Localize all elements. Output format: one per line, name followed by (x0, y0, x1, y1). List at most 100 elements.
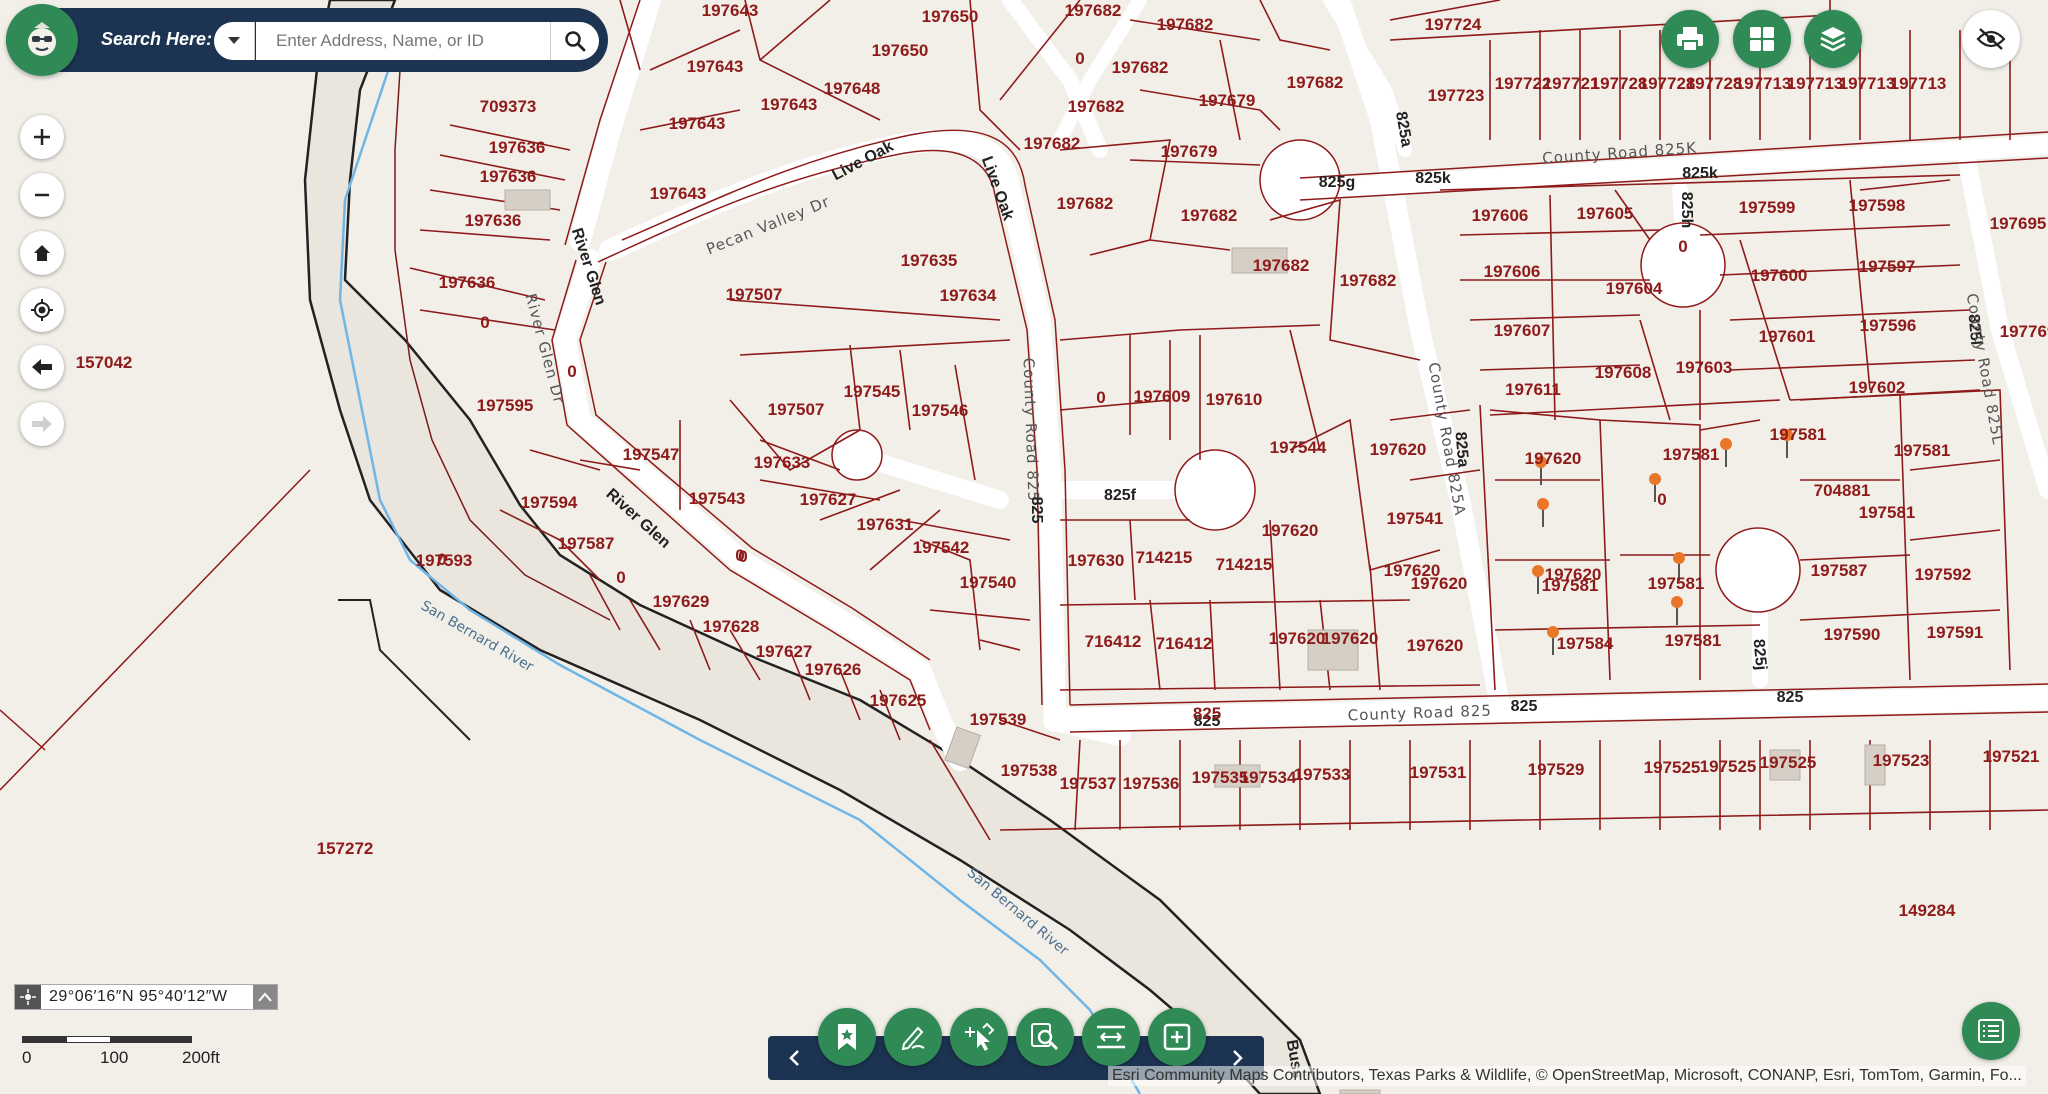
search-button[interactable] (550, 22, 599, 60)
layers-button[interactable] (1804, 10, 1862, 68)
grid-icon (1750, 27, 1774, 51)
identify-icon (965, 1022, 995, 1051)
chevron-up-icon[interactable] (253, 985, 277, 1009)
parcel-label: 197682 (1253, 256, 1310, 275)
map-canvas[interactable]: Pecan Valley DrLive Oak Live OakRiver Gle… (0, 0, 2048, 1094)
parcel-label: 197544 (1270, 438, 1327, 457)
road-label: 825 (1777, 689, 1804, 706)
draw-button[interactable] (884, 1008, 942, 1066)
search-type-dropdown[interactable] (214, 22, 255, 60)
parcel-label: 197587 (558, 534, 615, 553)
parcel-label: 197682 (1057, 194, 1114, 213)
parcel-label: 197606 (1472, 206, 1529, 225)
parcel-label: 197581 (1542, 576, 1599, 595)
parcel-label: 197713 (1890, 74, 1947, 93)
parcel-label: 197523 (1873, 751, 1930, 770)
parcel-label: 197610 (1206, 390, 1263, 409)
parcel-label: 197537 (1060, 774, 1117, 793)
parcel-label: 197607 (1494, 321, 1551, 340)
parcel-label: 0 (480, 313, 489, 332)
parcel-label: 197620 (1322, 629, 1379, 648)
parcel-label: 197636 (439, 273, 496, 292)
measure-button[interactable] (1082, 1008, 1140, 1066)
parcel-label: 157272 (317, 839, 374, 858)
parcel-label: 197543 (689, 489, 746, 508)
print-button[interactable] (1661, 10, 1719, 68)
toggle-visibility-button[interactable] (1962, 10, 2020, 68)
crosshair-icon[interactable] (15, 985, 41, 1009)
mascot-icon (28, 22, 56, 56)
parcel-label: 709373 (480, 97, 537, 116)
parcel-label: 197595 (477, 396, 534, 415)
app-logo[interactable] (6, 4, 78, 76)
parcel-label: 197643 (669, 114, 726, 133)
parcel-label: 197594 (521, 493, 578, 512)
scale-label-100: 100 (100, 1048, 129, 1067)
zoom-in-button[interactable] (20, 115, 64, 159)
parcel-label: 197525 (1700, 757, 1757, 776)
forward-button[interactable] (20, 402, 64, 446)
parcel-label: 197648 (824, 79, 881, 98)
parcel-label: 197602 (1849, 378, 1906, 397)
parcel-label: 197598 (1849, 196, 1906, 215)
parcel-label: 0 (437, 550, 446, 569)
parcel-label: 197636 (480, 167, 537, 186)
zoom-out-icon (35, 193, 49, 197)
parcel-label: 197507 (726, 285, 783, 304)
parcel-label: 197620 (1269, 629, 1326, 648)
parcel-label: 197581 (1663, 445, 1720, 464)
parcel-label: 197713 (1787, 74, 1844, 93)
parcel-label: 197538 (1001, 761, 1058, 780)
parcel-label: 197541 (1387, 509, 1444, 528)
parcel-label: 197539 (970, 710, 1027, 729)
zoom-in-icon (34, 129, 50, 145)
parcel-label: 197531 (1410, 763, 1467, 782)
basemap-gallery-button[interactable] (1733, 10, 1791, 68)
parcel-label: 197609 (1134, 387, 1191, 406)
parcel-label: 0 (567, 362, 576, 381)
chevron-left-icon (789, 1050, 799, 1066)
toolbar-prev-button[interactable] (782, 1046, 806, 1070)
parcel-label: 197682 (1065, 1, 1122, 20)
road-label: 825 (1028, 497, 1045, 524)
road-label: 825 (1511, 698, 1538, 715)
parcel-label: 197536 (1123, 774, 1180, 793)
home-button[interactable] (20, 231, 64, 275)
legend-list-button[interactable] (1962, 1002, 2020, 1060)
parcel-label: 197620 (1411, 574, 1468, 593)
parcel-label: 197631 (857, 515, 914, 534)
parcel-label: 197547 (623, 445, 680, 464)
parcel-label: 0 (616, 568, 625, 587)
zoom-out-button[interactable] (20, 173, 64, 217)
parcel-label: 197592 (1915, 565, 1972, 584)
identify-button[interactable] (950, 1008, 1008, 1066)
parcel-label: 0 (1075, 49, 1084, 68)
parcel-label: 197643 (687, 57, 744, 76)
parcel-label: 197643 (702, 1, 759, 20)
scale-bar (22, 1036, 192, 1044)
parcel-label: 197620 (1407, 636, 1464, 655)
parcel-label: 197635 (901, 251, 958, 270)
back-button[interactable] (20, 345, 64, 389)
parcel-label: 197620 (1525, 449, 1582, 468)
locate-icon (31, 299, 53, 321)
search-input[interactable] (256, 22, 550, 60)
parcel-label: 197581 (1648, 574, 1705, 593)
road-label: 825f (1104, 487, 1137, 504)
print-icon (1677, 27, 1703, 52)
parcel-label: 197606 (1484, 262, 1541, 281)
parcel-label: 716412 (1156, 634, 1213, 653)
parcel-label: 197682 (1181, 206, 1238, 225)
parcel-label: 197590 (1824, 625, 1881, 644)
search-zoom-button[interactable] (1016, 1008, 1074, 1066)
parcel-label: 197587 (1811, 561, 1868, 580)
parcel-label: 197682 (1112, 58, 1169, 77)
locate-button[interactable] (20, 288, 64, 332)
parcel-label: 197581 (1665, 631, 1722, 650)
bookmark-button[interactable] (818, 1008, 876, 1066)
parcel-label: 197591 (1927, 623, 1984, 642)
add-data-button[interactable] (1148, 1008, 1206, 1066)
parcel-label: 197682 (1024, 134, 1081, 153)
parcel-label: 197679 (1161, 142, 1218, 161)
road-label: 825j (1750, 638, 1770, 671)
